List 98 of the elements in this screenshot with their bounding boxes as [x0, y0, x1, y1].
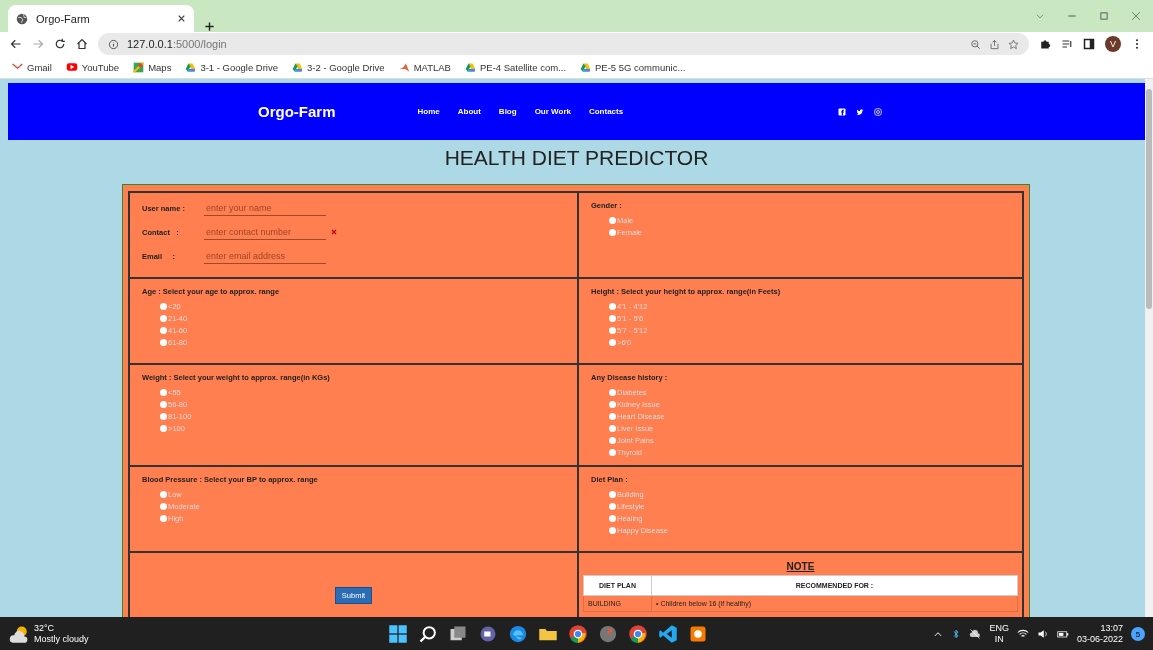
star-icon[interactable] [1008, 38, 1019, 50]
bookmark[interactable]: YouTube [65, 61, 120, 73]
triangle-icon [292, 61, 303, 73]
nav-link[interactable]: Home [417, 107, 440, 116]
facebook-icon[interactable] [838, 107, 847, 116]
map-icon [133, 61, 145, 73]
new-tab-icon[interactable] [204, 21, 215, 32]
radio-button[interactable] [609, 503, 616, 510]
bookmark[interactable]: Maps [133, 61, 172, 73]
chat-icon[interactable] [478, 624, 498, 644]
edge-icon[interactable] [508, 624, 528, 644]
nav-link[interactable]: Contacts [588, 107, 624, 116]
playlist-icon[interactable] [1061, 38, 1073, 50]
radio-button[interactable] [609, 327, 616, 334]
clock-time[interactable]: 13:07 [1100, 623, 1123, 634]
home-icon[interactable] [76, 38, 88, 50]
address-bar[interactable]: 127.0.0.1:5000/login [98, 33, 1029, 55]
back-icon[interactable] [10, 38, 22, 50]
radio-button[interactable] [609, 401, 616, 408]
radio-button[interactable] [160, 515, 167, 522]
chrome-icon[interactable] [628, 624, 648, 644]
bookmark[interactable]: PE-4 Satellite com... [464, 61, 566, 73]
bookmark[interactable]: PE-5 5G communic... [580, 61, 686, 73]
weather-text: Mostly cloudy [34, 634, 89, 645]
radio-button[interactable] [160, 413, 167, 420]
radio-button[interactable] [609, 527, 616, 534]
search-icon[interactable] [418, 624, 438, 644]
globe-icon [16, 12, 28, 25]
radio-button[interactable] [609, 515, 616, 522]
browser-tab[interactable]: Orgo-Farm [8, 5, 194, 32]
radio-button[interactable] [609, 217, 616, 224]
cloud-off-icon[interactable] [969, 628, 982, 640]
close-icon[interactable] [177, 14, 186, 23]
input-field[interactable]: enter contact number [204, 224, 326, 240]
page-title: HEALTH DIET PREDICTOR [443, 146, 710, 170]
radio-button[interactable] [160, 327, 167, 334]
triangle-icon [580, 61, 591, 73]
camera-icon[interactable] [874, 107, 883, 116]
twitter-icon[interactable] [856, 107, 865, 116]
triangle-icon [464, 61, 476, 73]
region-code[interactable]: IN [994, 634, 1004, 645]
puzzle-icon[interactable] [1039, 38, 1051, 50]
radio-button[interactable] [609, 449, 616, 456]
radio-button[interactable] [609, 229, 616, 236]
url-text: 127.0.0.1:5000/login [127, 38, 227, 50]
video-play-icon [65, 61, 78, 73]
triangle-icon [185, 61, 197, 73]
site-logo[interactable]: Orgo-Farm [258, 103, 336, 120]
radio-button[interactable] [609, 303, 616, 310]
share-icon[interactable] [989, 38, 1000, 50]
radio-button[interactable] [609, 315, 616, 322]
bookmark[interactable]: 3-1 - Google Drive [185, 61, 278, 73]
nav-link[interactable]: About [457, 107, 481, 116]
nav-link[interactable]: Blog [498, 107, 517, 116]
profile-avatar[interactable]: V [1105, 36, 1121, 52]
radio-button[interactable] [609, 437, 616, 444]
note-title: NOTE [785, 561, 816, 572]
radio-button[interactable] [609, 491, 616, 498]
input-field[interactable]: enter your name [204, 200, 326, 216]
clock-date[interactable]: 03-06-2022 [1076, 634, 1123, 645]
start-icon[interactable] [388, 624, 408, 644]
radio-button[interactable] [160, 491, 167, 498]
forward-icon[interactable] [32, 38, 44, 50]
radio-button[interactable] [160, 389, 167, 396]
maximize-icon[interactable] [1099, 11, 1109, 21]
notification-badge[interactable]: 5 [1131, 627, 1145, 641]
error-x-icon [330, 228, 338, 236]
chrome-icon[interactable] [568, 624, 588, 644]
temperature: 32°C [34, 623, 56, 634]
radio-button[interactable] [609, 389, 616, 396]
bookmark[interactable]: MATLAB [398, 61, 451, 73]
input-field[interactable]: enter email address [204, 248, 326, 264]
speaker-icon[interactable] [1036, 628, 1049, 640]
language-code[interactable]: ENG [989, 623, 1009, 634]
radio-button[interactable] [160, 303, 167, 310]
radio-button[interactable] [160, 315, 167, 322]
chevron-down-icon[interactable] [1035, 11, 1045, 21]
chevron-up-icon[interactable] [933, 629, 944, 639]
side-panel-icon[interactable] [1083, 38, 1095, 50]
cloud-sun-icon[interactable] [8, 624, 28, 644]
radio-button[interactable] [160, 425, 167, 432]
radio-button[interactable] [609, 425, 616, 432]
bookmark[interactable]: Gmail [12, 61, 52, 73]
zoom-icon[interactable] [970, 38, 981, 50]
code-editor-icon[interactable] [658, 624, 678, 644]
nav-link[interactable]: Our Work [534, 107, 571, 116]
gauge-icon[interactable] [598, 624, 618, 644]
battery-icon[interactable] [1056, 628, 1069, 640]
radio-button[interactable] [160, 401, 167, 408]
bookmark[interactable]: 3-2 - Google Drive [292, 61, 385, 73]
app-icon[interactable] [688, 624, 708, 644]
radio-button[interactable] [609, 413, 616, 420]
peak-icon [398, 61, 410, 73]
info-icon [108, 38, 119, 50]
radio-button[interactable] [160, 503, 167, 510]
radio-button[interactable] [609, 339, 616, 346]
radio-button[interactable] [160, 339, 167, 346]
reload-icon[interactable] [54, 38, 66, 50]
